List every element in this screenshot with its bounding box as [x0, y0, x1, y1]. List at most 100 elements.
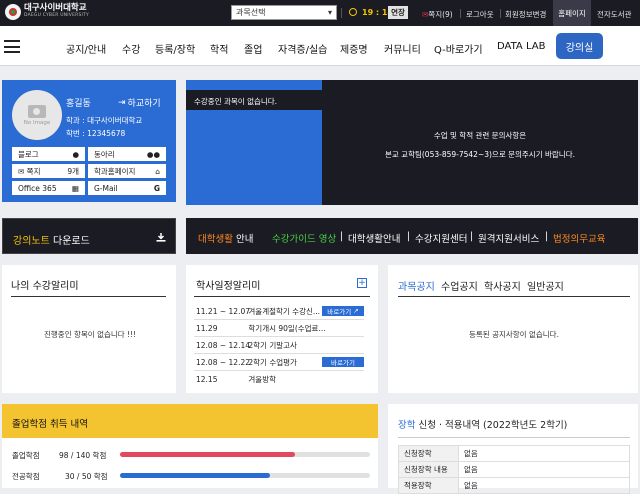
department: 학과 : 대구사이버대학교 [66, 116, 143, 125]
guide-separator: | [545, 231, 549, 242]
lecture-room-button[interactable]: 강의실 [556, 33, 603, 59]
tab-class-notice[interactable]: 수업공지 [441, 278, 478, 293]
my-page-link[interactable]: 홈페이지 [553, 0, 591, 26]
nav-item-certification[interactable]: 자격증/실습 [278, 41, 327, 56]
lecture-note-title: 강의노트 다운로드 [13, 232, 90, 247]
home-icon: ⌂ [155, 166, 160, 176]
guide-link-remote-support[interactable]: 원격지원서비스 [478, 231, 539, 245]
nav-item-notice[interactable]: 공지/안내 [66, 41, 106, 56]
event-date: 11.21 ~ 12.07 [196, 307, 250, 316]
gmail-button[interactable]: G-Mail G [88, 181, 166, 195]
graduation-credit-panel: 졸업학점 취득 내역 졸업학점 98 / 140 학점 전공학점 30 / 50… [2, 404, 378, 488]
schedule-event: 12.08 ~ 12.22 2학기 수업평가 [196, 357, 297, 368]
credit-value: 30 / 50 학점 [65, 472, 108, 481]
lecture-note-accent: 강의노트 [13, 236, 50, 247]
office365-label: Office 365 [18, 183, 57, 193]
leave-school-button[interactable]: ⇥ 하교하기 [118, 96, 161, 110]
table-cell: 신청장학 [398, 445, 459, 462]
divider [194, 353, 364, 354]
table-row: 신청장학 내용 없음 [398, 461, 630, 478]
no-courses-message: 수강중인 과목이 없습니다. [186, 90, 322, 110]
nav-item-data-lab[interactable]: DATA LAB [497, 41, 545, 52]
credit-label: 전공학점 [12, 472, 40, 481]
guide-link-video[interactable]: 수강가이드 영상 [272, 231, 336, 245]
nav-item-community[interactable]: 커뮤니티 [384, 41, 421, 56]
club-button[interactable]: 동아리 ●● [88, 147, 166, 161]
guide-separator: | [407, 231, 411, 242]
dept-homepage-button[interactable]: 학과홈페이지 ⌂ [88, 164, 166, 178]
schedule-event: 12.08 ~ 12.14 2학기 기말고사 [196, 340, 297, 351]
notice-panel: 과목공지 수업공지 학사공지 일반공지 등록된 공지사항이 없습니다. [388, 265, 638, 393]
student-id: 학번 : 12345678 [66, 129, 126, 138]
logo-name-ko: 대구사이버대학교 [24, 3, 87, 13]
goto-label: 바로가기 [327, 308, 352, 316]
logo-name-en: DAEGU CYBER UNIVERSITY [24, 13, 89, 18]
user-name: 홍길동 [66, 99, 91, 109]
menu-icon[interactable] [4, 40, 20, 53]
contact-line-1: 수업 및 학적 관련 문의사항은 [433, 131, 527, 140]
google-icon: G [153, 183, 160, 193]
message-link[interactable]: ✉쪽지(9) [422, 9, 453, 20]
nav-item-registration[interactable]: 등록/장학 [155, 41, 195, 56]
member-info-link[interactable]: 회원정보변경 [505, 9, 546, 20]
table-cell: 없음 [458, 461, 630, 478]
divider [11, 296, 166, 297]
event-text: 겨울계절학기 수강신... [248, 307, 321, 316]
extend-session-button[interactable]: 연장 [388, 6, 408, 19]
avatar: No Image [12, 90, 62, 140]
university-logo[interactable]: 대구사이버대학교 DAEGU CYBER UNIVERSITY [5, 4, 89, 20]
schedule-event: 11.29 학기개시 90일(수업료... [196, 323, 326, 334]
academic-schedule-panel: 학사일정알리미 + 11.21 ~ 12.07 겨울계절학기 수강신... 바로… [186, 265, 378, 393]
event-date: 12.08 ~ 12.22 [196, 358, 250, 367]
contact-line-2: 본교 교학팀(053-859-7542~3)으로 문의주시기 바랍니다. [385, 150, 575, 159]
tab-course-notice[interactable]: 과목공지 [398, 278, 435, 293]
camera-icon [28, 104, 46, 118]
message-button-label: 쪽지 [26, 166, 41, 176]
download-icon [156, 233, 166, 242]
lecture-note-rest: 다운로드 [53, 236, 90, 247]
blog-button[interactable]: 블로그 ● [12, 147, 85, 161]
plus-icon[interactable]: + [357, 278, 367, 288]
guide-separator: | [470, 231, 474, 242]
dept-homepage-label: 학과홈페이지 [94, 166, 136, 176]
contact-info-panel: 수업 및 학적 관련 문의사항은 본교 교학팀(053-859-7542~3)으… [322, 80, 638, 205]
credit-value: 98 / 140 학점 [59, 451, 107, 460]
nav-item-certificates[interactable]: 제증명 [340, 41, 368, 56]
course-alarm-title: 나의 수강알리미 [11, 281, 79, 292]
profile-card: No Image 홍길동 ⇥ 하교하기 학과 : 대구사이버대학교 학번 : 1… [2, 80, 176, 202]
nav-item-courses[interactable]: 수강 [122, 41, 140, 56]
nav-item-quick-links[interactable]: Q-바로가기 [434, 41, 483, 56]
clock-icon [349, 8, 357, 16]
message-button[interactable]: ✉ 쪽지 9개 [12, 164, 85, 178]
event-text: 2학기 기말고사 [248, 341, 297, 350]
guide-link-mandatory-education[interactable]: 법정의무교육 [553, 231, 605, 245]
message-label: ✉ 쪽지 [18, 166, 40, 177]
nav-item-academic[interactable]: 학적 [210, 41, 228, 56]
credit-progress-fill [120, 473, 270, 478]
windows-icon: ▦ [71, 183, 79, 193]
tab-academic-notice[interactable]: 학사공지 [484, 278, 521, 293]
goto-button[interactable]: 바로가기 ↗ [322, 306, 364, 316]
guide-link-college-life[interactable]: 대학생활안내 [348, 231, 400, 245]
envelope-icon: ✉ [18, 166, 27, 176]
course-select[interactable]: 과목선택 ▾ [231, 5, 337, 20]
lecture-note-download[interactable]: 강의노트 다운로드 [2, 218, 176, 254]
guide-link-support-center[interactable]: 수강지원센터 [415, 231, 467, 245]
chevron-down-icon: ▾ [327, 8, 332, 17]
scholarship-title-rest: 신청 · 적용내역 (2022학년도 2학기) [418, 420, 568, 431]
logout-link[interactable]: 로그아웃 [466, 9, 494, 20]
tab-general-notice[interactable]: 일반공지 [527, 278, 564, 293]
goto-button[interactable]: 바로가기 [322, 357, 364, 367]
schedule-event: 12.15 겨울방학 [196, 374, 276, 385]
message-count: 9개 [67, 166, 79, 176]
message-link-label: 쪽지(9) [428, 10, 453, 19]
divider [398, 296, 630, 297]
course-alarm-panel: 나의 수강알리미 진행중인 항목이 없습니다 !!! [2, 265, 176, 393]
nav-item-graduation[interactable]: 졸업 [244, 41, 262, 56]
library-link[interactable]: 전자도서관 [597, 9, 632, 20]
office365-button[interactable]: Office 365 ▦ [12, 181, 85, 195]
table-row: 신청장학 없음 [398, 445, 630, 462]
logo-emblem-icon [5, 4, 21, 20]
divider [194, 370, 364, 371]
avatar-placeholder-text: No Image [23, 119, 51, 126]
